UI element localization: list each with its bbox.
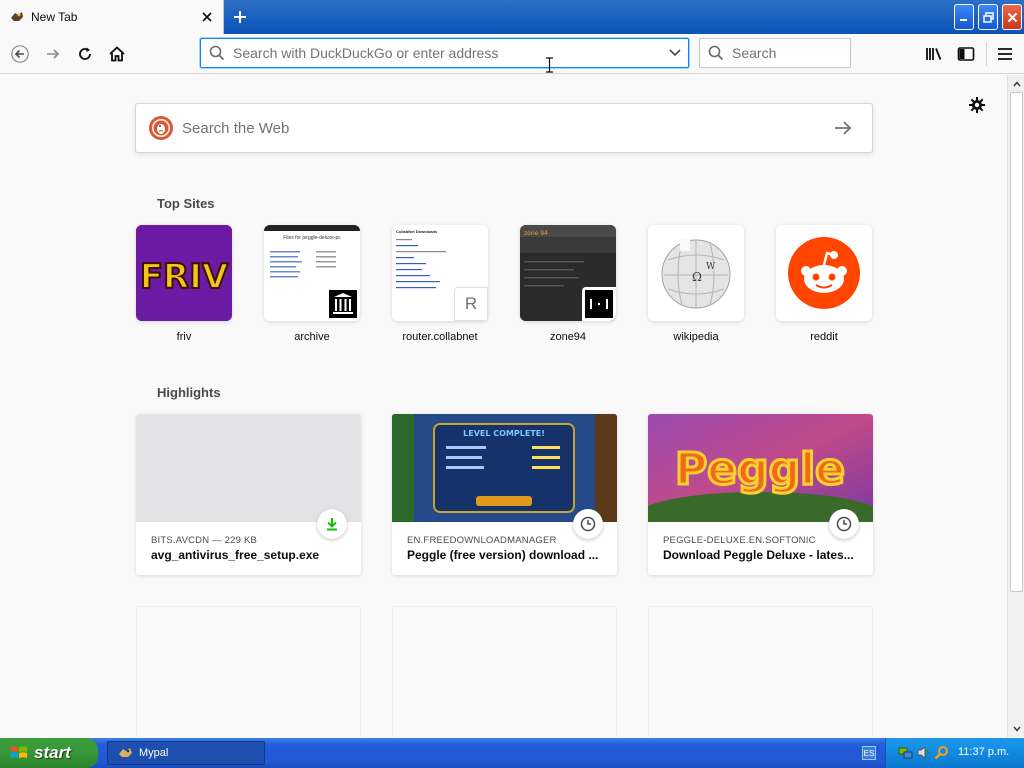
back-button[interactable] — [7, 41, 33, 67]
scrollbar-thumb[interactable] — [1010, 92, 1023, 592]
arrow-right-icon[interactable] — [834, 120, 858, 136]
top-site-zone94[interactable]: zone 94 zone94 — [513, 225, 623, 343]
clock-icon — [829, 509, 859, 539]
zone94-thumbnail: zone 94 — [520, 225, 616, 321]
toolbar-divider — [986, 42, 987, 66]
clock: 11:37 p.m. — [958, 746, 1010, 758]
menu-button[interactable] — [992, 41, 1018, 67]
url-input[interactable] — [233, 45, 662, 61]
top-site-label: archive — [294, 331, 330, 343]
reload-button[interactable] — [72, 41, 98, 67]
scroll-down-icon[interactable] — [1009, 721, 1024, 736]
top-site-label: zone94 — [549, 331, 587, 343]
archive-favicon-icon — [326, 287, 360, 321]
close-tab-icon[interactable] — [199, 9, 215, 25]
collabnet-letter-icon: R — [454, 287, 488, 321]
gear-icon[interactable] — [967, 95, 987, 115]
duckduckgo-logo-icon — [149, 116, 173, 140]
download-icon — [317, 509, 347, 539]
peggle-level-complete-image: LEVEL COMPLETE! — [392, 414, 617, 522]
scroll-up-icon[interactable] — [1009, 76, 1024, 91]
collabnet-thumbnail: CollabNet Downloads R — [392, 225, 488, 321]
highlights-heading: Highlights — [157, 385, 221, 400]
web-search-box[interactable] — [135, 103, 873, 153]
search-icon — [708, 45, 724, 61]
level-complete-text: LEVEL COMPLETE! — [463, 429, 545, 438]
highlight-host: PEGGLE-DELUXE.EN.SOFTONIC — [663, 535, 816, 546]
start-label: start — [34, 743, 71, 762]
peggle-logo-image: Peggle — [648, 414, 873, 536]
title-bar: New Tab — [0, 0, 1024, 34]
highlight-host: EN.FREEDOWNLOADMANAGER — [407, 535, 557, 546]
archive-thumbnail: Files for peggle-deluxe-pc — [264, 225, 360, 321]
chevron-down-icon[interactable] — [662, 49, 688, 57]
close-window-button[interactable] — [1002, 4, 1022, 30]
search-icon — [209, 45, 229, 61]
highlight-card[interactable]: BITS.AVCDN — 229 KB avg_antivirus_free_s… — [136, 414, 361, 575]
highlight-title: avg_antivirus_free_setup.exe — [151, 548, 320, 562]
search-tray-icon[interactable] — [934, 745, 949, 760]
tab-title: New Tab — [31, 10, 78, 24]
mypal-app-icon — [119, 748, 132, 757]
new-tab-page: Top Sites FRIV friv Files for peggle-del… — [0, 75, 1007, 737]
forward-button[interactable] — [40, 41, 66, 67]
highlight-image — [136, 414, 361, 522]
svg-text:Ω: Ω — [692, 270, 702, 284]
empty-highlight-placeholder — [648, 606, 873, 737]
top-site-label: router.collabnet — [402, 331, 478, 343]
network-icon[interactable] — [898, 745, 913, 760]
tab-new-tab[interactable]: New Tab — [0, 0, 224, 34]
search-input[interactable] — [732, 45, 842, 61]
reddit-thumbnail — [776, 225, 872, 321]
top-site-label: friv — [176, 331, 192, 343]
top-site-label: wikipedia — [673, 331, 719, 343]
vertical-scrollbar[interactable] — [1007, 75, 1024, 737]
taskbar-item-mypal[interactable]: Mypal — [107, 741, 265, 765]
top-site-collabnet[interactable]: CollabNet Downloads R router.collabnet — [385, 225, 495, 343]
friv-logo-text: FRIV — [140, 257, 229, 297]
zone94-favicon-icon — [582, 287, 616, 321]
wikipedia-thumbnail: ΩW — [648, 225, 744, 321]
reddit-logo-icon — [788, 237, 860, 309]
library-button[interactable] — [921, 41, 947, 67]
nav-bar — [0, 34, 1024, 74]
url-bar[interactable] — [200, 38, 689, 68]
top-site-reddit[interactable]: reddit — [769, 225, 879, 343]
top-site-label: reddit — [810, 331, 838, 343]
highlight-card[interactable]: Peggle PEGGLE-DELUXE.EN.SOFTONIC Downloa… — [648, 414, 873, 575]
web-search-input[interactable] — [182, 119, 834, 137]
system-tray: 11:37 p.m. — [885, 738, 1024, 768]
wikipedia-globe-icon: ΩW — [661, 239, 731, 309]
top-site-friv[interactable]: FRIV friv — [129, 225, 239, 343]
start-button[interactable]: start — [0, 738, 98, 768]
new-tab-button[interactable] — [229, 6, 251, 28]
clock-icon — [573, 509, 603, 539]
empty-highlight-placeholder — [392, 606, 617, 737]
friv-thumbnail: FRIV — [136, 225, 232, 321]
top-sites-heading: Top Sites — [157, 196, 215, 211]
speaker-icon[interactable] — [916, 745, 931, 760]
windows-logo-icon — [11, 746, 27, 758]
highlight-title: Download Peggle Deluxe - lates... — [663, 548, 854, 562]
minimize-button[interactable] — [954, 4, 974, 30]
zone94-logo-text: zone 94 — [524, 230, 548, 237]
mypal-favicon-icon — [9, 9, 25, 25]
empty-highlight-placeholder — [136, 606, 361, 737]
sidebar-toggle-button[interactable] — [953, 41, 979, 67]
top-site-wikipedia[interactable]: ΩW wikipedia — [641, 225, 751, 343]
svg-text:W: W — [706, 262, 716, 272]
home-button[interactable] — [104, 41, 130, 67]
restore-button[interactable] — [978, 4, 998, 30]
top-site-archive[interactable]: Files for peggle-deluxe-pc archive — [257, 225, 367, 343]
language-indicator[interactable]: ES — [862, 746, 876, 760]
peggle-logo-text: Peggle — [675, 444, 845, 495]
text-cursor-icon — [546, 57, 553, 73]
highlight-host: BITS.AVCDN — 229 KB — [151, 535, 258, 546]
search-bar[interactable] — [699, 38, 851, 68]
taskbar: start Mypal ES 11:37 p.m. — [0, 738, 1024, 768]
taskbar-item-label: Mypal — [139, 747, 169, 759]
highlight-title: Peggle (free version) download ... — [407, 548, 599, 562]
highlight-card[interactable]: LEVEL COMPLETE! EN.FREEDOWNLOADMANAGER P… — [392, 414, 617, 575]
